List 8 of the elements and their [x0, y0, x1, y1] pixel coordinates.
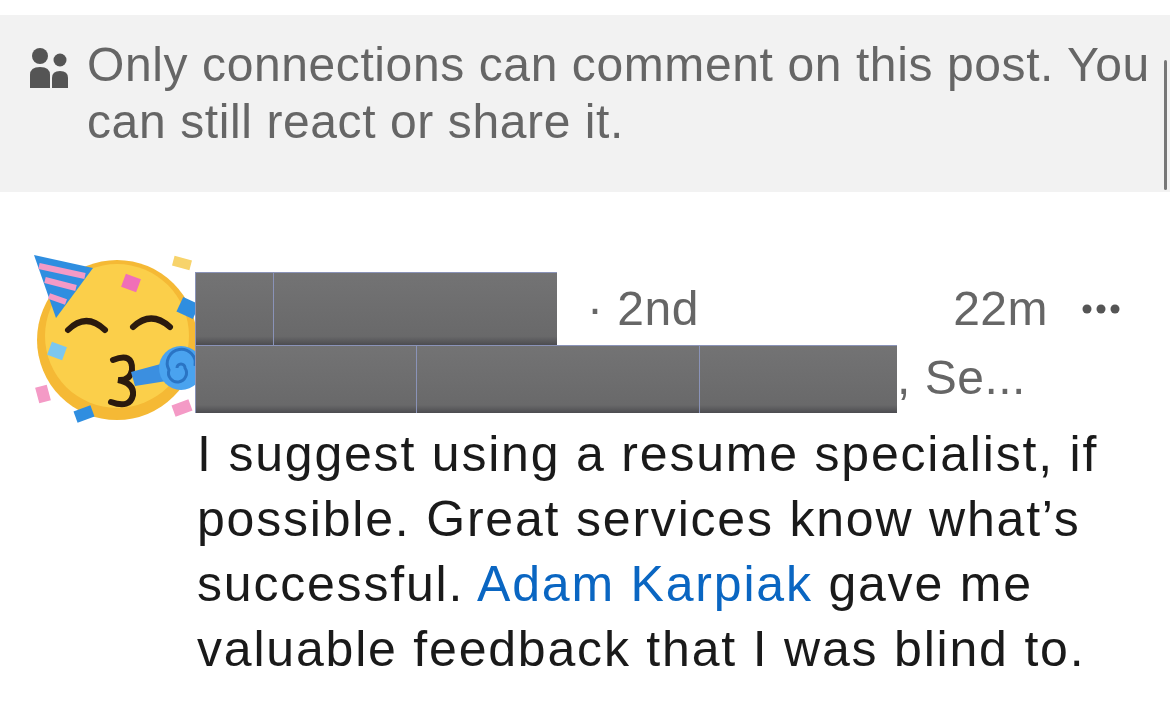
connection-degree: · 2nd — [587, 281, 699, 336]
people-icon — [30, 48, 68, 88]
timestamp: 22m — [953, 281, 1048, 336]
author-headline: , Se... — [897, 349, 1026, 405]
comment-text: I suggest using a resume specialist, if possible. Great services know what’s successful. Adam Karpiak gave me valuable feedback that I was blind to. — [197, 425, 1100, 679]
mention-link[interactable]: Adam Karpiak — [477, 556, 813, 612]
more-options-icon[interactable] — [1082, 303, 1120, 314]
notice-text: Only connections can comment on this post. You can still react or share it. — [87, 37, 1151, 150]
